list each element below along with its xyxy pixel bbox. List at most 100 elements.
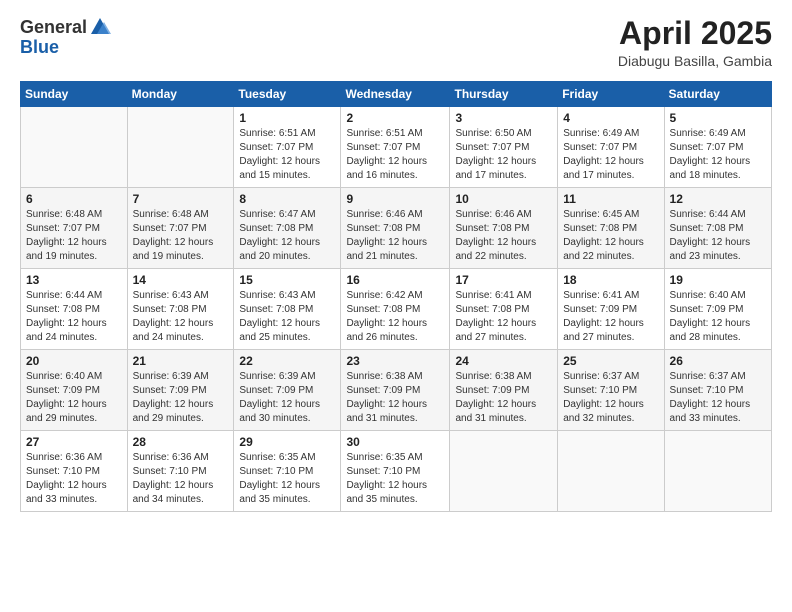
day-info: Sunrise: 6:51 AMSunset: 7:07 PMDaylight:… (239, 127, 335, 183)
day-number: 8 (239, 192, 335, 206)
title-block: April 2025 Diabugu Basilla, Gambia (618, 16, 772, 69)
day-number: 28 (133, 435, 229, 449)
logo-icon (89, 16, 111, 38)
calendar-cell: 7 Sunrise: 6:48 AMSunset: 7:07 PMDaylight… (127, 188, 234, 269)
day-info: Sunrise: 6:48 AMSunset: 7:07 PMDaylight:… (26, 208, 122, 264)
day-info: Sunrise: 6:35 AMSunset: 7:10 PMDaylight:… (346, 451, 444, 507)
day-number: 3 (455, 111, 552, 125)
page: General Blue April 2025 Diabugu Basilla,… (0, 0, 792, 612)
day-number: 18 (563, 273, 658, 287)
calendar-cell: 14 Sunrise: 6:43 AMSunset: 7:08 PMDayligh… (127, 269, 234, 350)
calendar-cell: 11 Sunrise: 6:45 AMSunset: 7:08 PMDayligh… (558, 188, 664, 269)
calendar-cell (664, 431, 771, 512)
day-info: Sunrise: 6:37 AMSunset: 7:10 PMDaylight:… (670, 370, 766, 426)
day-number: 17 (455, 273, 552, 287)
day-info: Sunrise: 6:40 AMSunset: 7:09 PMDaylight:… (26, 370, 122, 426)
calendar-week-3: 13 Sunrise: 6:44 AMSunset: 7:08 PMDayligh… (21, 269, 772, 350)
day-number: 12 (670, 192, 766, 206)
day-info: Sunrise: 6:41 AMSunset: 7:08 PMDaylight:… (455, 289, 552, 345)
weekday-header-friday: Friday (558, 82, 664, 107)
calendar-cell: 26 Sunrise: 6:37 AMSunset: 7:10 PMDayligh… (664, 350, 771, 431)
calendar-cell: 6 Sunrise: 6:48 AMSunset: 7:07 PMDaylight… (21, 188, 128, 269)
day-info: Sunrise: 6:49 AMSunset: 7:07 PMDaylight:… (563, 127, 658, 183)
day-info: Sunrise: 6:43 AMSunset: 7:08 PMDaylight:… (239, 289, 335, 345)
weekday-header-sunday: Sunday (21, 82, 128, 107)
day-number: 15 (239, 273, 335, 287)
logo-general-text: General (20, 18, 87, 36)
day-info: Sunrise: 6:44 AMSunset: 7:08 PMDaylight:… (26, 289, 122, 345)
calendar-cell: 5Sunrise: 6:49 AMSunset: 7:07 PMDaylight… (664, 107, 771, 188)
day-info: Sunrise: 6:36 AMSunset: 7:10 PMDaylight:… (133, 451, 229, 507)
day-info: Sunrise: 6:40 AMSunset: 7:09 PMDaylight:… (670, 289, 766, 345)
day-number: 25 (563, 354, 658, 368)
day-number: 23 (346, 354, 444, 368)
calendar-cell: 13 Sunrise: 6:44 AMSunset: 7:08 PMDayligh… (21, 269, 128, 350)
calendar-cell: 10 Sunrise: 6:46 AMSunset: 7:08 PMDayligh… (450, 188, 558, 269)
calendar-cell: 28 Sunrise: 6:36 AMSunset: 7:10 PMDayligh… (127, 431, 234, 512)
day-number: 24 (455, 354, 552, 368)
calendar-cell: 8 Sunrise: 6:47 AMSunset: 7:08 PMDaylight… (234, 188, 341, 269)
day-info: Sunrise: 6:36 AMSunset: 7:10 PMDaylight:… (26, 451, 122, 507)
calendar-cell: 9Sunrise: 6:46 AMSunset: 7:08 PMDaylight… (341, 188, 450, 269)
day-info: Sunrise: 6:37 AMSunset: 7:10 PMDaylight:… (563, 370, 658, 426)
calendar-cell (558, 431, 664, 512)
day-number: 16 (346, 273, 444, 287)
day-number: 14 (133, 273, 229, 287)
day-number: 27 (26, 435, 122, 449)
calendar-table: SundayMondayTuesdayWednesdayThursdayFrid… (20, 81, 772, 512)
day-number: 13 (26, 273, 122, 287)
calendar-cell: 29 Sunrise: 6:35 AMSunset: 7:10 PMDayligh… (234, 431, 341, 512)
day-info: Sunrise: 6:51 AMSunset: 7:07 PMDaylight:… (346, 127, 444, 183)
day-number: 29 (239, 435, 335, 449)
calendar-cell (450, 431, 558, 512)
weekday-header-monday: Monday (127, 82, 234, 107)
weekday-header-row: SundayMondayTuesdayWednesdayThursdayFrid… (21, 82, 772, 107)
day-info: Sunrise: 6:38 AMSunset: 7:09 PMDaylight:… (346, 370, 444, 426)
calendar-cell: 18 Sunrise: 6:41 AMSunset: 7:09 PMDayligh… (558, 269, 664, 350)
day-info: Sunrise: 6:46 AMSunset: 7:08 PMDaylight:… (455, 208, 552, 264)
day-info: Sunrise: 6:35 AMSunset: 7:10 PMDaylight:… (239, 451, 335, 507)
calendar-cell: 19Sunrise: 6:40 AMSunset: 7:09 PMDayligh… (664, 269, 771, 350)
weekday-header-wednesday: Wednesday (341, 82, 450, 107)
logo: General Blue (20, 16, 111, 56)
day-number: 20 (26, 354, 122, 368)
day-info: Sunrise: 6:48 AMSunset: 7:07 PMDaylight:… (133, 208, 229, 264)
calendar-cell: 24 Sunrise: 6:38 AMSunset: 7:09 PMDayligh… (450, 350, 558, 431)
day-number: 11 (563, 192, 658, 206)
day-info: Sunrise: 6:39 AMSunset: 7:09 PMDaylight:… (133, 370, 229, 426)
weekday-header-tuesday: Tuesday (234, 82, 341, 107)
title-location: Diabugu Basilla, Gambia (618, 53, 772, 69)
header: General Blue April 2025 Diabugu Basilla,… (20, 16, 772, 69)
day-number: 6 (26, 192, 122, 206)
day-info: Sunrise: 6:38 AMSunset: 7:09 PMDaylight:… (455, 370, 552, 426)
calendar-cell: 17 Sunrise: 6:41 AMSunset: 7:08 PMDayligh… (450, 269, 558, 350)
day-number: 2 (346, 111, 444, 125)
calendar-week-5: 27 Sunrise: 6:36 AMSunset: 7:10 PMDayligh… (21, 431, 772, 512)
day-number: 10 (455, 192, 552, 206)
calendar-cell: 22Sunrise: 6:39 AMSunset: 7:09 PMDayligh… (234, 350, 341, 431)
calendar-cell: 30 Sunrise: 6:35 AMSunset: 7:10 PMDayligh… (341, 431, 450, 512)
logo-blue-text: Blue (20, 38, 59, 56)
calendar-cell: 27 Sunrise: 6:36 AMSunset: 7:10 PMDayligh… (21, 431, 128, 512)
calendar-header: SundayMondayTuesdayWednesdayThursdayFrid… (21, 82, 772, 107)
day-number: 30 (346, 435, 444, 449)
day-info: Sunrise: 6:47 AMSunset: 7:08 PMDaylight:… (239, 208, 335, 264)
weekday-header-saturday: Saturday (664, 82, 771, 107)
day-info: Sunrise: 6:39 AMSunset: 7:09 PMDaylight:… (239, 370, 335, 426)
calendar-week-4: 20 Sunrise: 6:40 AMSunset: 7:09 PMDayligh… (21, 350, 772, 431)
calendar-cell: 21 Sunrise: 6:39 AMSunset: 7:09 PMDayligh… (127, 350, 234, 431)
calendar-cell: 20 Sunrise: 6:40 AMSunset: 7:09 PMDayligh… (21, 350, 128, 431)
calendar-cell (127, 107, 234, 188)
day-info: Sunrise: 6:41 AMSunset: 7:09 PMDaylight:… (563, 289, 658, 345)
day-info: Sunrise: 6:44 AMSunset: 7:08 PMDaylight:… (670, 208, 766, 264)
day-number: 21 (133, 354, 229, 368)
day-info: Sunrise: 6:50 AMSunset: 7:07 PMDaylight:… (455, 127, 552, 183)
calendar-cell (21, 107, 128, 188)
day-info: Sunrise: 6:43 AMSunset: 7:08 PMDaylight:… (133, 289, 229, 345)
calendar-cell: 3 Sunrise: 6:50 AMSunset: 7:07 PMDaylight… (450, 107, 558, 188)
calendar-cell: 23 Sunrise: 6:38 AMSunset: 7:09 PMDayligh… (341, 350, 450, 431)
day-info: Sunrise: 6:45 AMSunset: 7:08 PMDaylight:… (563, 208, 658, 264)
day-number: 26 (670, 354, 766, 368)
day-number: 1 (239, 111, 335, 125)
day-number: 7 (133, 192, 229, 206)
